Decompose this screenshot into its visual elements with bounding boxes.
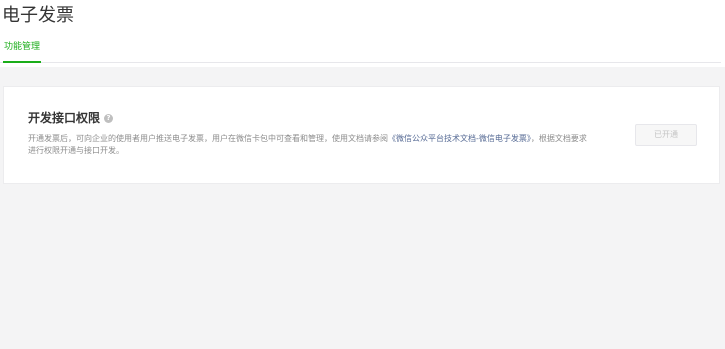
opened-button[interactable]: 已开通	[635, 124, 697, 146]
tab-bar: 功能管理	[0, 40, 721, 63]
api-permission-card: 开发接口权限 ? 开通发票后，可向企业的使用者用户推送电子发票，用户在微信卡包中…	[3, 86, 720, 184]
page-title: 电子发票	[2, 5, 74, 26]
card-title: 开发接口权限	[28, 111, 101, 125]
desc-text-before: 开通发票后，可向企业的使用者用户推送电子发票，用户在微信卡包中可查看和管理，使用…	[28, 134, 388, 143]
card-description: 开通发票后，可向企业的使用者用户推送电子发票，用户在微信卡包中可查看和管理，使用…	[28, 133, 588, 157]
card-title-row: 开发接口权限 ?	[28, 110, 114, 126]
page-header: 电子发票 功能管理	[0, 0, 725, 67]
page: 电子发票 功能管理 开发接口权限 ? 开通发票后，可向企业的使用者用户推送电子发…	[0, 0, 725, 349]
question-circle-icon[interactable]: ?	[104, 113, 114, 123]
doc-link[interactable]: 《微信公众平台技术文档-微信电子发票》	[388, 134, 531, 143]
tab-function-management[interactable]: 功能管理	[3, 40, 42, 63]
